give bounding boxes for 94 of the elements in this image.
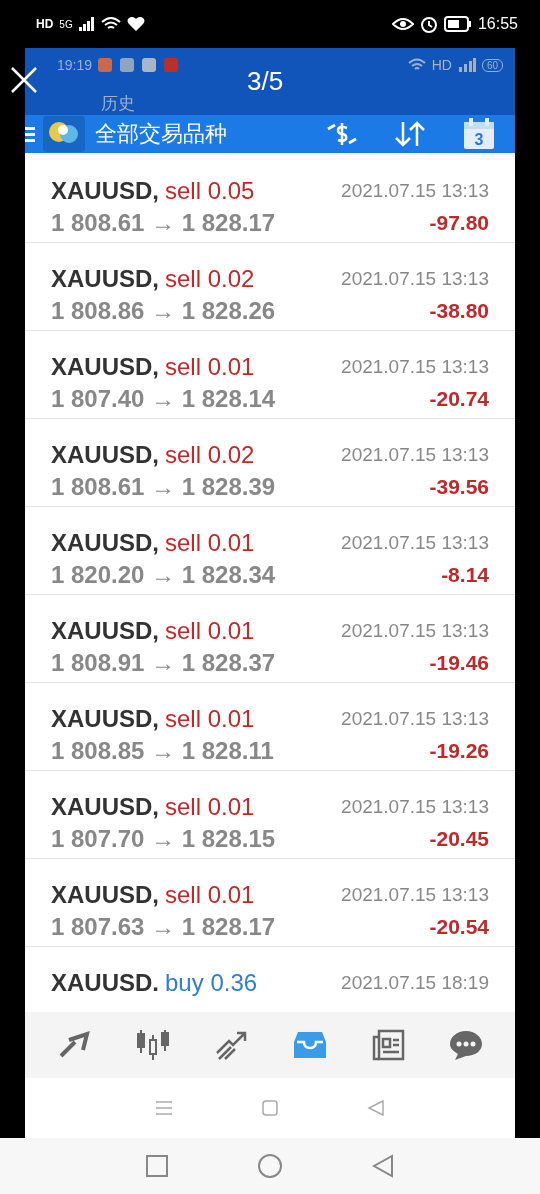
trade-volume: sell 0.01 xyxy=(165,881,255,909)
trade-symbol: XAUUSD, xyxy=(51,881,159,909)
trade-profit: -19.26 xyxy=(428,739,489,763)
trade-volume: sell 0.02 xyxy=(165,441,255,469)
close-icon[interactable] xyxy=(10,66,38,94)
heart-icon xyxy=(126,16,145,32)
trade-row[interactable]: XAUUSD, sell 0.01 2021.07.15 13:13 1 807.40 → 1 828.14 -20.74 xyxy=(25,331,515,419)
trade-volume: sell 0.01 xyxy=(165,353,255,381)
candlestick-icon xyxy=(135,1029,171,1061)
image-counter: 3/5 xyxy=(247,66,284,97)
inbox-icon xyxy=(293,1030,327,1060)
trade-volume: sell 0.01 xyxy=(165,793,255,821)
trade-volume: sell 0.01 xyxy=(165,705,255,733)
trade-profit: -38.80 xyxy=(428,299,489,323)
app-logo xyxy=(43,116,85,152)
wifi-icon xyxy=(100,16,121,32)
trade-profit: -20.54 xyxy=(428,915,489,939)
trade-profit: -20.45 xyxy=(428,827,489,851)
trade-prices: 1 808.91 → 1 828.37 xyxy=(51,649,277,677)
clock-time: 19:19 xyxy=(57,57,93,73)
trade-row[interactable]: XAUUSD, sell 0.05 2021.07.15 13:13 1 808.61 → 1 828.17 -97.80 xyxy=(25,155,515,243)
trade-profit: -97.80 xyxy=(428,211,489,235)
clock-time: 16:55 xyxy=(477,15,518,33)
trade-volume: buy 0.36 xyxy=(165,969,258,997)
trade-time: 2021.07.15 13:13 xyxy=(341,620,489,642)
back-icon[interactable] xyxy=(371,1154,395,1178)
battery-icon xyxy=(443,16,472,32)
trade-prices: 1 807.40 → 1 828.14 xyxy=(51,385,277,413)
trade-time: 2021.07.15 13:13 xyxy=(341,444,489,466)
signal-icon xyxy=(457,58,476,72)
network-label: HD xyxy=(431,57,452,73)
trade-profit: -20.74 xyxy=(428,387,489,411)
arrows-icon xyxy=(57,1030,91,1060)
currency-exchange-icon[interactable] xyxy=(325,121,359,147)
trade-symbol: XAUUSD, xyxy=(51,617,159,645)
menu-icon[interactable] xyxy=(25,125,35,143)
trade-symbol: XAUUSD, xyxy=(51,529,159,557)
alarm-icon xyxy=(419,15,438,33)
home-icon[interactable] xyxy=(257,1153,283,1179)
app-icon xyxy=(164,58,179,72)
trade-symbol: XAUUSD, xyxy=(51,353,159,381)
trade-row[interactable]: XAUUSD, sell 0.02 2021.07.15 13:13 1 808.61 → 1 828.39 -39.56 xyxy=(25,419,515,507)
trade-prices: 1 808.85 → 1 828.11 xyxy=(51,737,275,765)
trade-prices: 1 807.70 → 1 828.15 xyxy=(51,825,277,853)
trade-volume: sell 0.01 xyxy=(165,617,255,645)
trade-symbol: XAUUSD, xyxy=(51,793,159,821)
trade-time: 2021.07.15 13:13 xyxy=(341,796,489,818)
battery-level: 60 xyxy=(481,58,503,72)
signal-icon xyxy=(78,17,95,31)
home-icon[interactable] xyxy=(261,1099,279,1117)
trade-row[interactable]: XAUUSD, sell 0.01 2021.07.15 13:13 1 808.91 → 1 828.37 -19.46 xyxy=(25,595,515,683)
trade-symbol: XAUUSD, xyxy=(51,705,159,733)
chat-icon xyxy=(449,1029,483,1061)
trade-prices: 1 808.61 → 1 828.39 xyxy=(51,473,277,501)
trade-time: 2021.07.15 13:13 xyxy=(341,268,489,290)
app-icon xyxy=(98,58,113,72)
trade-volume: sell 0.02 xyxy=(165,265,255,293)
trade-time: 2021.07.15 13:13 xyxy=(341,356,489,378)
back-icon[interactable] xyxy=(367,1099,385,1117)
trade-prices: 1 807.63 → 1 828.17 xyxy=(51,913,277,941)
app-icon xyxy=(120,58,135,72)
trade-row[interactable]: XAUUSD, sell 0.01 2021.07.15 13:13 1 807.70 → 1 828.15 -20.45 xyxy=(25,771,515,859)
trade-time: 2021.07.15 13:13 xyxy=(341,180,489,202)
trade-symbol: XAUUSD, xyxy=(51,177,159,205)
trade-prices: 1 808.86 → 1 828.26 xyxy=(51,297,277,325)
sort-icon[interactable] xyxy=(393,120,427,148)
trade-row[interactable]: XAUUSD, sell 0.01 2021.07.15 13:13 1 807.63 → 1 828.17 -20.54 xyxy=(25,859,515,947)
network-label: HD xyxy=(36,17,54,31)
trade-row[interactable]: XAUUSD, sell 0.01 2021.07.15 13:13 1 808.85 → 1 828.11 -19.26 xyxy=(25,683,515,771)
recent-apps-icon[interactable] xyxy=(145,1154,169,1178)
trade-symbol: XAUUSD, xyxy=(51,441,159,469)
trade-time: 2021.07.15 13:13 xyxy=(341,884,489,906)
trade-profit: -8.14 xyxy=(440,563,489,587)
trade-symbol: XAUUSD, xyxy=(51,265,159,293)
trade-volume: sell 0.01 xyxy=(165,529,255,557)
trade-prices: 1 808.61 → 1 828.17 xyxy=(51,209,277,237)
trade-row[interactable]: XAUUSD, sell 0.02 2021.07.15 13:13 1 808.86 → 1 828.26 -38.80 xyxy=(25,243,515,331)
trade-time: 2021.07.15 18:19 xyxy=(341,972,489,994)
eye-icon xyxy=(391,17,414,31)
trade-profit: -19.46 xyxy=(428,651,489,675)
app-icon xyxy=(142,58,157,72)
trade-prices: 1 820.20 → 1 828.34 xyxy=(51,561,277,589)
newspaper-icon xyxy=(371,1029,405,1061)
trade-volume: sell 0.05 xyxy=(165,177,255,205)
wifi-icon xyxy=(407,58,426,72)
page-title: 全部交易品种 xyxy=(95,120,228,148)
network-type-label: 5G xyxy=(59,18,73,30)
trade-time: 2021.07.15 13:13 xyxy=(341,708,489,730)
trade-row[interactable]: XAUUSD, sell 0.01 2021.07.15 13:13 1 820.20 → 1 828.34 -8.14 xyxy=(25,507,515,595)
trade-profit: -39.56 xyxy=(428,475,489,499)
page-subtitle: 历史 xyxy=(101,93,135,115)
trend-icon xyxy=(215,1029,249,1061)
trade-symbol: XAUUSD. xyxy=(51,969,159,997)
trade-time: 2021.07.15 13:13 xyxy=(341,532,489,554)
